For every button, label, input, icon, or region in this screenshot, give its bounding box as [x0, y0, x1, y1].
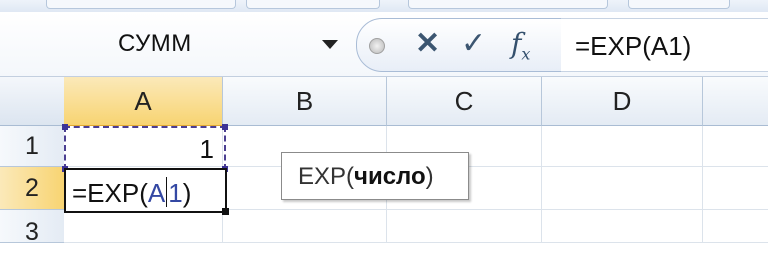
- formula-reference-column: A: [147, 178, 166, 208]
- cell-b3[interactable]: [223, 210, 387, 243]
- resize-grip-icon[interactable]: [369, 38, 385, 54]
- cell-d3[interactable]: [542, 210, 703, 243]
- formula-reference: A1: [147, 177, 183, 208]
- fill-handle[interactable]: [222, 208, 229, 215]
- ribbon-group-tab[interactable]: [46, 0, 236, 9]
- active-cell-formula: =EXP(A 1): [72, 177, 191, 209]
- function-argument-tooltip: EXP(число): [281, 152, 469, 200]
- enter-check-icon[interactable]: ✓: [461, 27, 486, 61]
- column-header-b[interactable]: B: [223, 77, 387, 126]
- formula-input[interactable]: =EXP(A1): [561, 18, 768, 72]
- row-header-1[interactable]: 1: [0, 126, 65, 167]
- column-header-d[interactable]: D: [542, 77, 703, 126]
- active-cell-a2[interactable]: =EXP(A 1): [64, 168, 229, 215]
- cell-c3[interactable]: [387, 210, 542, 243]
- formula-bar: СУММ ✕ ✓ fx =EXP(A1): [0, 12, 768, 77]
- formula-tools: ✕ ✓ fx: [356, 18, 562, 72]
- ribbon-group-tab[interactable]: [246, 0, 380, 9]
- select-all-corner[interactable]: [0, 77, 65, 126]
- row-header-2[interactable]: 2: [0, 167, 66, 210]
- tooltip-argument[interactable]: число: [354, 163, 426, 190]
- formula-suffix: ): [182, 178, 192, 208]
- formula-reference-row: 1: [168, 178, 183, 208]
- cell-e1[interactable]: [703, 126, 768, 167]
- row-header-3[interactable]: 3: [0, 210, 65, 246]
- cancel-icon[interactable]: ✕: [415, 27, 440, 61]
- cell-e2[interactable]: [703, 167, 768, 210]
- name-box-value: СУММ: [118, 30, 192, 57]
- cell-d1[interactable]: [542, 126, 703, 167]
- column-header-e[interactable]: [703, 77, 768, 126]
- cell-d2[interactable]: [542, 167, 703, 210]
- formula-prefix: =EXP(: [72, 178, 148, 208]
- dropdown-arrow-icon[interactable]: [322, 40, 338, 49]
- reference-corner-handle[interactable]: [62, 124, 68, 130]
- column-header-a[interactable]: A: [64, 77, 223, 127]
- ribbon-group-tab[interactable]: [628, 0, 730, 9]
- insert-function-icon[interactable]: fx: [511, 27, 530, 72]
- cell-a3[interactable]: [64, 210, 223, 243]
- column-header-c[interactable]: C: [387, 77, 542, 126]
- reference-highlight-a1: [62, 124, 228, 172]
- ribbon-group-tab[interactable]: [408, 0, 608, 9]
- name-box[interactable]: СУММ: [0, 12, 356, 76]
- cell-e3[interactable]: [703, 210, 768, 243]
- tooltip-close-paren: ): [425, 163, 434, 190]
- tooltip-function-name: EXP(: [298, 163, 355, 190]
- reference-corner-handle[interactable]: [222, 124, 228, 130]
- formula-text: =EXP(A1): [575, 31, 692, 61]
